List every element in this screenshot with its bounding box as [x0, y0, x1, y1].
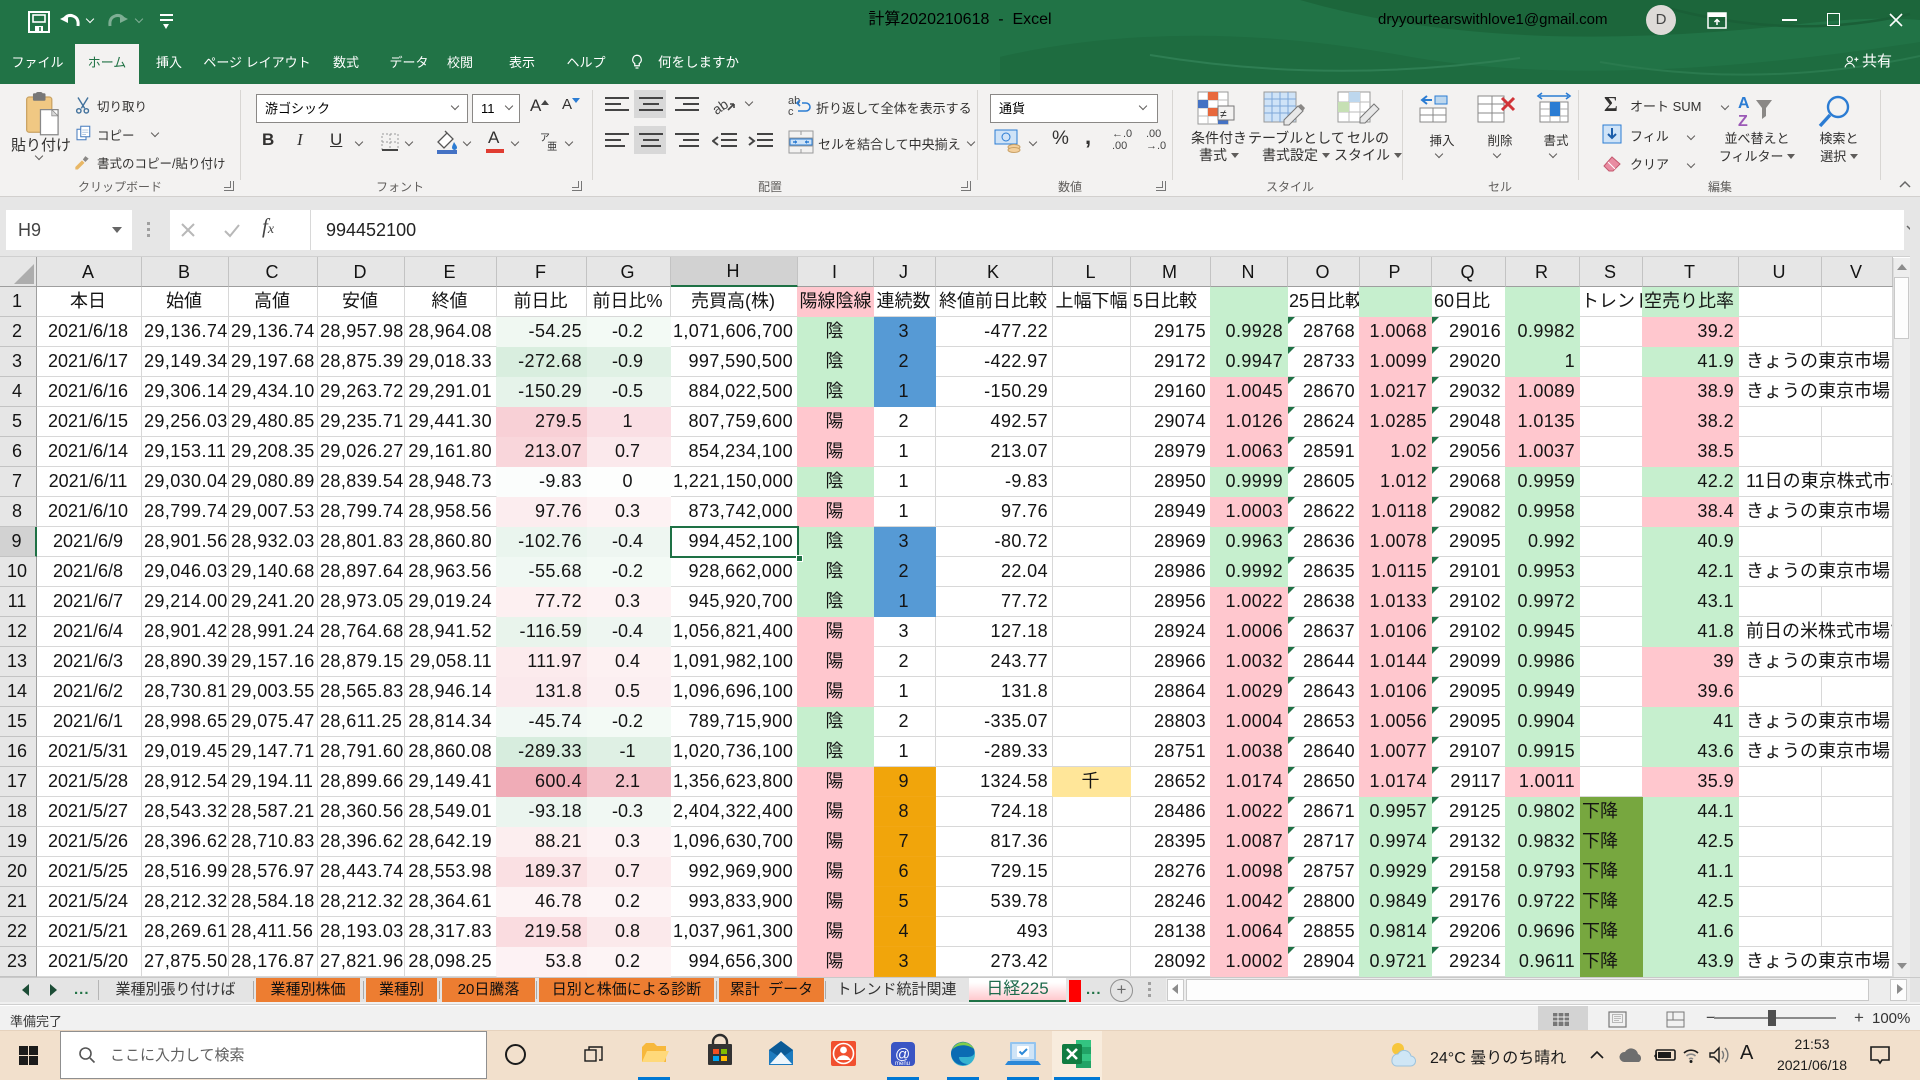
svg-text:Z: Z — [1738, 113, 1748, 130]
svg-text:A: A — [1738, 95, 1750, 112]
svg-text:menu: menu — [895, 1061, 910, 1067]
